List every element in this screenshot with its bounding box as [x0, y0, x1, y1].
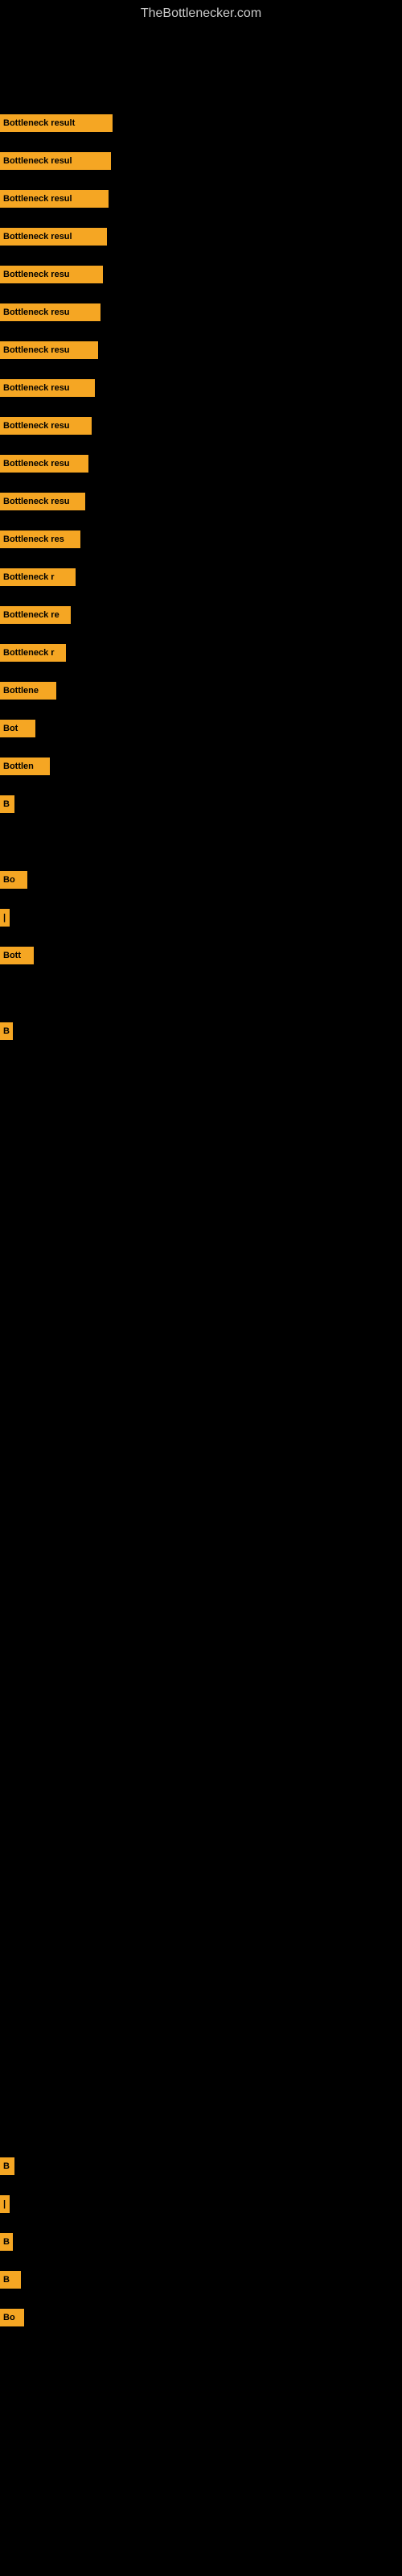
- bottleneck-bar: Bottleneck resul: [0, 228, 107, 246]
- bottleneck-bar: B: [0, 2271, 21, 2289]
- bottleneck-bar-label: Bottleneck resul: [3, 156, 72, 166]
- bottleneck-bar-label: |: [3, 913, 6, 923]
- bottleneck-bar-label: B: [3, 2237, 10, 2247]
- bar-row: |: [0, 2195, 10, 2213]
- bar-row: Bottleneck resu: [0, 417, 92, 435]
- bottleneck-bar-label: Bottleneck resu: [3, 421, 70, 431]
- bottleneck-bar: |: [0, 2195, 10, 2213]
- bottleneck-bar-label: Bottleneck r: [3, 572, 55, 582]
- bottleneck-bar: Bottleneck r: [0, 644, 66, 662]
- bottleneck-bar-label: Bottleneck resu: [3, 383, 70, 393]
- bottleneck-bar-label: Bo: [3, 875, 15, 885]
- bar-row: Bottleneck r: [0, 644, 66, 662]
- bottleneck-bar: Bottleneck resu: [0, 417, 92, 435]
- bar-row: Bo: [0, 871, 27, 889]
- bar-row: B: [0, 2233, 13, 2251]
- bottleneck-bar: |: [0, 909, 10, 927]
- bottleneck-bar: Bottleneck result: [0, 114, 113, 132]
- bar-row: |: [0, 909, 10, 927]
- bar-row: Bottleneck res: [0, 530, 80, 548]
- bar-row: B: [0, 795, 14, 813]
- bottleneck-bar-label: B: [3, 2161, 10, 2171]
- bottleneck-bar-label: B: [3, 799, 10, 809]
- bottleneck-bar: Bottleneck r: [0, 568, 76, 586]
- bar-row: Bottleneck resu: [0, 455, 88, 473]
- bottleneck-bar: Bo: [0, 871, 27, 889]
- bar-row: Bottlene: [0, 682, 56, 700]
- bottleneck-bar: Bottleneck resu: [0, 455, 88, 473]
- bottleneck-bar: B: [0, 1022, 13, 1040]
- bottleneck-bar-label: Bottleneck resu: [3, 345, 70, 355]
- bar-row: Bottleneck resul: [0, 190, 109, 208]
- bottleneck-bar: Bottleneck res: [0, 530, 80, 548]
- bottleneck-bar: Bott: [0, 947, 34, 964]
- bar-row: B: [0, 2157, 14, 2175]
- bottleneck-bar-label: Bottleneck resu: [3, 270, 70, 279]
- bottleneck-bar-label: Bottlene: [3, 686, 39, 696]
- site-title: TheBottlenecker.com: [0, 0, 402, 27]
- bottleneck-bar: Bottlen: [0, 758, 50, 775]
- bar-row: Bottleneck resu: [0, 266, 103, 283]
- bar-row: Bottleneck resul: [0, 228, 107, 246]
- bottleneck-bar: Bo: [0, 2309, 24, 2326]
- bar-row: Bottleneck result: [0, 114, 113, 132]
- bottleneck-bar: Bottleneck resu: [0, 493, 85, 510]
- bottleneck-bar: Bot: [0, 720, 35, 737]
- bottleneck-bar-label: Bo: [3, 2313, 15, 2322]
- bottleneck-bar-label: |: [3, 2199, 6, 2209]
- bottleneck-bar: B: [0, 2157, 14, 2175]
- bar-row: Bottleneck resu: [0, 303, 100, 321]
- bar-row: Bottleneck resu: [0, 341, 98, 359]
- bar-row: Bo: [0, 2309, 24, 2326]
- bar-row: Bot: [0, 720, 35, 737]
- bar-row: B: [0, 1022, 13, 1040]
- bottleneck-bar: Bottleneck resu: [0, 379, 95, 397]
- bar-row: Bottleneck r: [0, 568, 76, 586]
- bar-row: Bottleneck re: [0, 606, 71, 624]
- bottleneck-bar: Bottleneck resul: [0, 190, 109, 208]
- bar-row: Bottlen: [0, 758, 50, 775]
- bottleneck-bar-label: Bottleneck resu: [3, 497, 70, 506]
- bottleneck-bar-label: Bottleneck resul: [3, 232, 72, 242]
- bottleneck-bar: Bottlene: [0, 682, 56, 700]
- bottleneck-bar-label: Bot: [3, 724, 18, 733]
- bottleneck-bar: Bottleneck resu: [0, 266, 103, 283]
- bottleneck-bar-label: Bottleneck re: [3, 610, 59, 620]
- bar-row: Bottleneck resu: [0, 493, 85, 510]
- bar-row: Bott: [0, 947, 34, 964]
- bottleneck-bar-label: Bottleneck res: [3, 535, 64, 544]
- bar-row: B: [0, 2271, 21, 2289]
- bottleneck-bar: Bottleneck resul: [0, 152, 111, 170]
- bottleneck-bar-label: Bottleneck resul: [3, 194, 72, 204]
- bottleneck-bar-label: Bottleneck r: [3, 648, 55, 658]
- bottleneck-bar: Bottleneck resu: [0, 303, 100, 321]
- bottleneck-bar: B: [0, 2233, 13, 2251]
- bottleneck-bar-label: Bott: [3, 951, 21, 960]
- bottleneck-bar-label: Bottleneck resu: [3, 308, 70, 317]
- bottleneck-bar-label: B: [3, 2275, 10, 2285]
- bottleneck-bar-label: Bottlen: [3, 762, 34, 771]
- bottleneck-bar: Bottleneck re: [0, 606, 71, 624]
- bottleneck-bar-label: Bottleneck resu: [3, 459, 70, 469]
- bottleneck-bar: Bottleneck resu: [0, 341, 98, 359]
- bottleneck-bar-label: B: [3, 1026, 10, 1036]
- bar-row: Bottleneck resu: [0, 379, 95, 397]
- bottleneck-bar: B: [0, 795, 14, 813]
- bar-row: Bottleneck resul: [0, 152, 111, 170]
- bottleneck-bar-label: Bottleneck result: [3, 118, 75, 128]
